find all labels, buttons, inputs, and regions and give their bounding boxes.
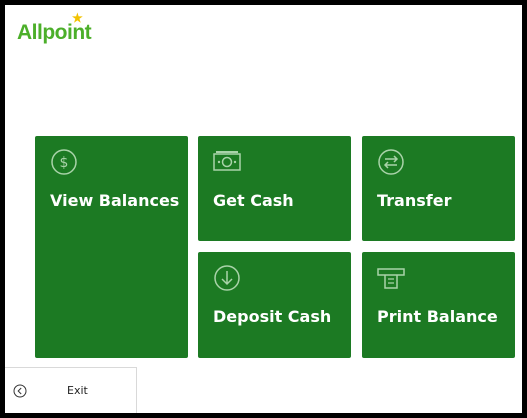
transfer-label: Transfer (377, 191, 452, 210)
deposit-cash-label: Deposit Cash (213, 307, 332, 326)
transfer-arrows-icon (378, 149, 404, 175)
arrow-down-circle-icon (214, 265, 240, 291)
chevron-left-circle-icon (13, 384, 27, 398)
dollar-circle-icon: $ (51, 149, 77, 175)
get-cash-button[interactable]: Get Cash (198, 136, 351, 241)
print-balance-button[interactable]: Print Balance (362, 252, 515, 358)
receipt-printer-icon (377, 268, 405, 289)
banknote-icon (213, 151, 241, 171)
transfer-button[interactable]: Transfer (362, 136, 515, 241)
allpoint-logo: Allpoint ★ (17, 12, 92, 45)
view-balances-label: View Balances (50, 191, 180, 210)
deposit-cash-button[interactable]: Deposit Cash (198, 252, 351, 358)
get-cash-label: Get Cash (213, 191, 294, 210)
svg-text:$: $ (60, 155, 69, 171)
print-balance-label: Print Balance (377, 307, 498, 326)
view-balances-button[interactable]: $ View Balances (35, 136, 188, 358)
exit-button[interactable]: Exit (5, 367, 137, 413)
atm-screen: Allpoint ★ $ View Balances Get Cash Tran… (5, 5, 522, 413)
exit-label: Exit (67, 384, 88, 397)
logo-star-icon: ★ (72, 11, 83, 25)
